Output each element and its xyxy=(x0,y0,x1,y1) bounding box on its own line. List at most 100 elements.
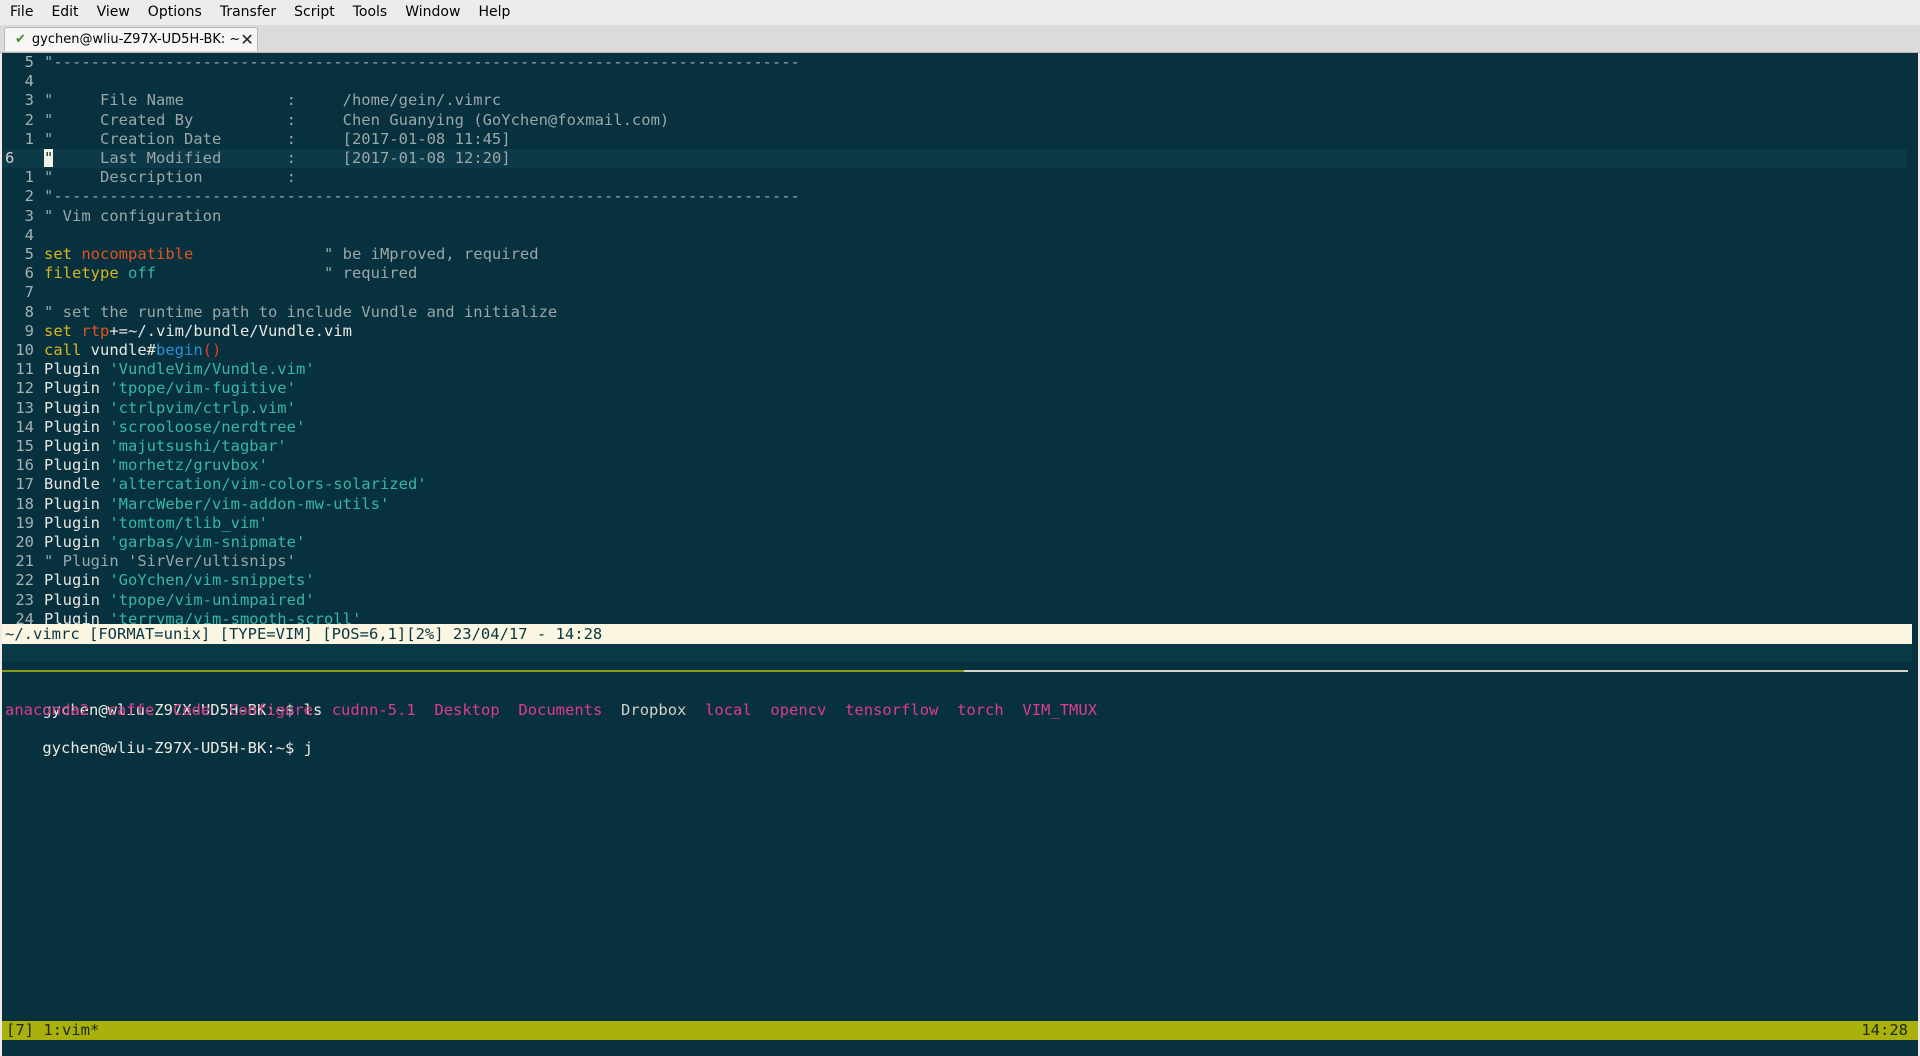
code-token: set xyxy=(44,245,82,263)
menu-transfer[interactable]: Transfer xyxy=(214,0,282,25)
vim-line[interactable]: 4 xyxy=(2,226,1907,245)
vim-line[interactable]: 12 Plugin 'tpope/vim-fugitive' xyxy=(2,379,1907,398)
line-code: Plugin 'VundleVim/Vundle.vim' xyxy=(44,360,315,379)
vim-line[interactable]: 10 call vundle#begin() xyxy=(2,341,1907,360)
code-token: call xyxy=(44,341,91,359)
vim-line[interactable]: 1 " Description : xyxy=(2,168,1907,187)
pane-divider-active[interactable] xyxy=(2,670,964,672)
code-token: Plugin xyxy=(44,513,110,532)
menu-view[interactable]: View xyxy=(91,0,136,25)
vim-line[interactable]: 2 "--------------------------------------… xyxy=(2,187,1907,206)
code-token: Plugin xyxy=(44,379,110,398)
line-number: 1 xyxy=(24,129,34,148)
code-token: Plugin xyxy=(44,398,110,417)
line-number: 14 xyxy=(15,417,34,436)
line-number: 13 xyxy=(15,398,34,417)
code-token: 'garbas/vim-snipmate' xyxy=(109,533,306,551)
ls-entry: Configure xyxy=(229,701,314,719)
vim-line[interactable]: 18 Plugin 'MarcWeber/vim-addon-mw-utils' xyxy=(2,495,1907,514)
code-token: " File Name : /home/gein/.vimrc xyxy=(44,91,502,110)
line-code: "---------------------------------------… xyxy=(44,187,800,206)
menu-options[interactable]: Options xyxy=(142,0,208,25)
line-number: 2 xyxy=(24,110,34,129)
vim-line[interactable]: 16 Plugin 'morhetz/gruvbox' xyxy=(2,456,1907,475)
menu-file[interactable]: File xyxy=(4,0,39,25)
shell-line-3[interactable]: gychen@wliu-Z97X-UD5H-BK:~$ j xyxy=(5,720,313,757)
pane-divider[interactable] xyxy=(964,670,1908,672)
ls-entry: cudnn-5.1 xyxy=(331,701,416,719)
ls-output: anaconda2 caffe Code Configure cudnn-5.1… xyxy=(5,701,1097,720)
close-icon[interactable]: ✕ xyxy=(240,30,253,49)
ls-entry: caffe xyxy=(107,701,155,719)
line-number: 21 xyxy=(15,552,34,571)
session-tab[interactable]: ✔ gychen@wliu-Z97X-UD5H-BK: ~ ✕ xyxy=(4,27,258,51)
code-token: " Plugin 'SirVer/ultisnips' xyxy=(44,552,296,571)
vim-line[interactable]: 19 Plugin 'tomtom/tlib_vim' xyxy=(2,514,1907,533)
vim-line[interactable]: 21 " Plugin 'SirVer/ultisnips' xyxy=(2,552,1907,571)
text-cursor: " xyxy=(44,149,54,167)
menu-tools[interactable]: Tools xyxy=(347,0,394,25)
line-number: 5 xyxy=(24,53,34,71)
ls-entry: Desktop xyxy=(434,701,500,719)
line-code: " Last Modified : [2017-01-08 12:20] xyxy=(44,149,511,168)
vim-line[interactable]: 23 Plugin 'tpope/vim-unimpaired' xyxy=(2,591,1907,610)
code-token: 'tomtom/tlib_vim' xyxy=(109,513,268,532)
code-token: Plugin xyxy=(44,360,110,379)
code-token: Plugin xyxy=(44,494,110,513)
vim-statusline: ~/.vimrc [FORMAT=unix] [TYPE=VIM] [POS=6… xyxy=(2,624,1912,644)
ls-entry: tensorflow xyxy=(845,701,939,719)
vim-line[interactable]: 7 xyxy=(2,283,1907,302)
line-number: 1 xyxy=(24,168,34,187)
line-code: "---------------------------------------… xyxy=(44,53,800,72)
menu-script[interactable]: Script xyxy=(288,0,341,25)
code-token: 'tpope/vim-unimpaired' xyxy=(109,590,315,609)
line-number: 16 xyxy=(15,456,34,475)
vim-line[interactable]: 5 "--------------------------------------… xyxy=(2,53,1907,72)
vim-command-line[interactable] xyxy=(2,644,1912,662)
line-number: 22 xyxy=(15,571,34,590)
vim-line[interactable]: 8 " set the runtime path to include Vundl… xyxy=(2,303,1907,322)
vim-line[interactable]: 22 Plugin 'GoYchen/vim-snippets' xyxy=(2,571,1907,590)
code-token: 'GoYchen/vim-snippets' xyxy=(109,571,315,590)
line-code: Plugin 'morhetz/gruvbox' xyxy=(44,456,268,475)
line-code: " Created By : Chen Guanying (GoYchen@fo… xyxy=(44,111,669,130)
vim-line[interactable]: 15 Plugin 'majutsushi/tagbar' xyxy=(2,437,1907,456)
vim-line[interactable]: 2 " Created By : Chen Guanying (GoYchen@f… xyxy=(2,111,1907,130)
line-code: set rtp+=~/.vim/bundle/Vundle.vim xyxy=(44,322,352,341)
line-code: Plugin 'majutsushi/tagbar' xyxy=(44,437,287,456)
line-number: 18 xyxy=(15,494,34,513)
shell-input[interactable]: j xyxy=(304,739,313,757)
code-token: Plugin xyxy=(44,571,110,590)
vim-line[interactable]: 3 " File Name : /home/gein/.vimrc xyxy=(2,91,1907,110)
tmux-window-list[interactable]: [7] 1:vim* xyxy=(6,1021,99,1040)
code-token: set xyxy=(44,321,82,340)
vim-line[interactable]: 1 " Creation Date : [2017-01-08 11:45] xyxy=(2,130,1907,149)
menu-help[interactable]: Help xyxy=(472,0,516,25)
vim-line[interactable]: 3 " Vim configuration xyxy=(2,207,1907,226)
line-code: " Vim configuration xyxy=(44,207,221,226)
vim-line[interactable]: 6 " Last Modified : [2017-01-08 12:20] xyxy=(2,149,1907,168)
vim-line[interactable]: 20 Plugin 'garbas/vim-snipmate' xyxy=(2,533,1907,552)
vim-line[interactable]: 13 Plugin 'ctrlpvim/ctrlp.vim' xyxy=(2,399,1907,418)
code-token: " Creation Date : [2017-01-08 11:45] xyxy=(44,129,511,148)
line-code: Plugin 'scrooloose/nerdtree' xyxy=(44,418,305,437)
vim-line[interactable]: 9 set rtp+=~/.vim/bundle/Vundle.vim xyxy=(2,322,1907,341)
vim-line[interactable]: 17 Bundle 'altercation/vim-colors-solariz… xyxy=(2,475,1907,494)
menu-edit[interactable]: Edit xyxy=(45,0,84,25)
shell-line-1: gychen@wliu-Z97X-UD5H-BK:~$ ls xyxy=(5,682,322,719)
line-number: 20 xyxy=(15,533,34,551)
vim-line[interactable]: 4 xyxy=(2,72,1907,91)
line-number: 6 xyxy=(5,149,15,167)
vim-line[interactable]: 11 Plugin 'VundleVim/Vundle.vim' xyxy=(2,360,1907,379)
shell-prompt: gychen@wliu-Z97X-UD5H-BK:~$ xyxy=(42,739,304,757)
line-number: 3 xyxy=(24,91,34,110)
vim-line[interactable]: 6 filetype off " required xyxy=(2,264,1907,283)
code-token: rtp xyxy=(81,321,110,340)
line-code: " Creation Date : [2017-01-08 11:45] xyxy=(44,130,511,149)
code-token: 'scrooloose/nerdtree' xyxy=(109,417,306,436)
terminal-area[interactable]: 5 "--------------------------------------… xyxy=(2,53,1918,1056)
line-number: 19 xyxy=(15,513,34,532)
menu-window[interactable]: Window xyxy=(399,0,466,25)
vim-line[interactable]: 5 set nocompatible " be iMproved, require… xyxy=(2,245,1907,264)
vim-line[interactable]: 14 Plugin 'scrooloose/nerdtree' xyxy=(2,418,1907,437)
